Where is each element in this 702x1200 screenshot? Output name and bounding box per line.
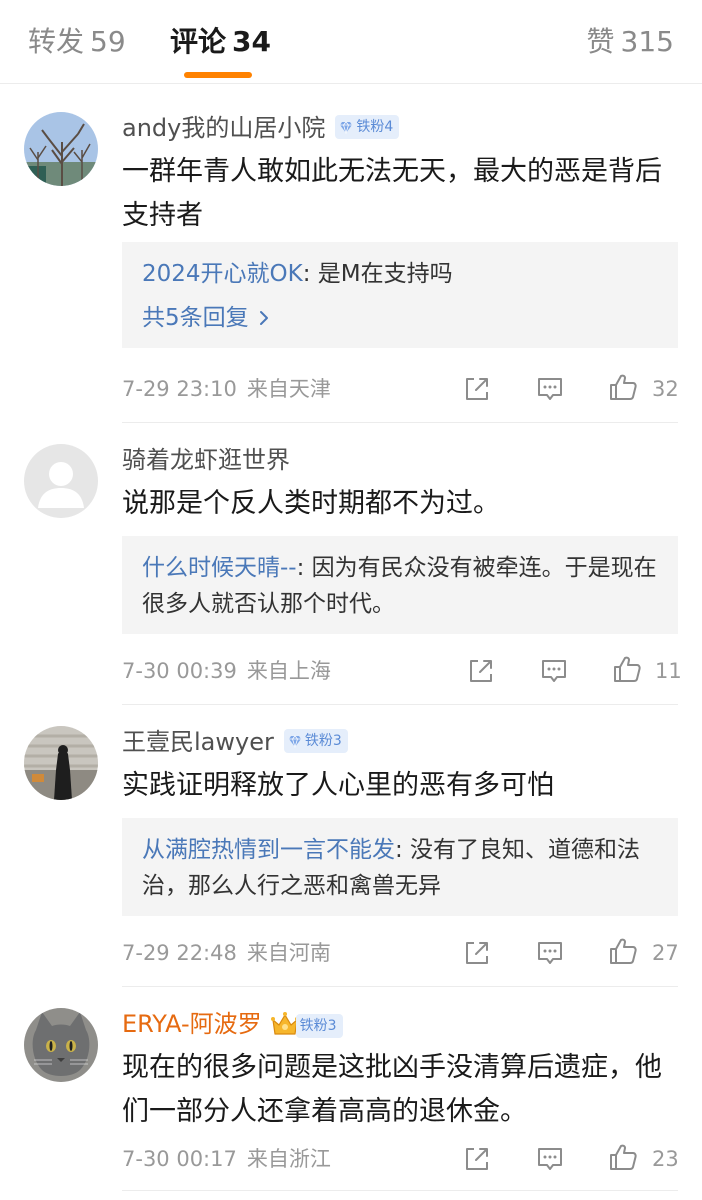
comment-tab-bar: 转发 59 评论 34 赞 315 xyxy=(0,0,702,84)
reply-icon[interactable] xyxy=(535,1144,565,1174)
view-replies-link[interactable]: 共5条回复 xyxy=(142,300,658,336)
like-count[interactable]: 27 xyxy=(652,938,679,968)
comment-time: 7-30 00:17 xyxy=(122,1147,237,1171)
reply-preview[interactable]: 从满腔热情到一言不能发: 没有了良知、道德和法治，那么人行之恶和禽兽无异 xyxy=(122,818,678,916)
tab-comments[interactable]: 评论 34 xyxy=(170,22,271,62)
like-count[interactable]: 32 xyxy=(652,374,679,404)
diamond-icon xyxy=(340,121,353,134)
tab-likes[interactable]: 赞 315 xyxy=(587,22,674,62)
reply-icon[interactable] xyxy=(535,938,565,968)
reply-line: 从满腔热情到一言不能发: 没有了良知、道德和法治，那么人行之恶和禽兽无异 xyxy=(142,832,658,904)
comment-location: 来自浙江 xyxy=(246,1147,331,1171)
username[interactable]: ERYA-阿波罗 铁粉3 xyxy=(122,1008,343,1040)
view-replies-label: 共5条回复 xyxy=(142,305,249,331)
username-text: 骑着龙虾逛世界 xyxy=(122,446,290,474)
comment-divider xyxy=(122,1190,678,1191)
comment-text: 一群年青人敢如此无法无天，最大的恶是背后支持者 xyxy=(122,156,662,231)
tab-repost-count: 59 xyxy=(90,25,126,58)
fan-badge: 铁粉3 xyxy=(295,1014,343,1038)
username-text: 王壹民lawyer xyxy=(122,728,274,756)
comment-text: 现在的很多问题是这批凶手没清算后遗症，他们一部分人还拿着高高的退休金。 xyxy=(122,1052,662,1127)
active-tab-indicator xyxy=(184,72,252,78)
shadow-steps-photo-icon xyxy=(24,726,98,800)
avatar[interactable] xyxy=(24,726,98,800)
like-icon[interactable] xyxy=(608,372,638,402)
comment-meta: 7-30 00:39 来自上海 xyxy=(122,656,331,686)
comment-meta: 7-30 00:17 来自浙江 xyxy=(122,1144,331,1174)
fan-badge-label: 铁粉3 xyxy=(304,733,342,749)
username[interactable]: andy我的山居小院 铁粉4 xyxy=(122,112,400,144)
comment-meta: 7-29 23:10 来自天津 xyxy=(122,374,331,404)
reply-icon[interactable] xyxy=(535,374,565,404)
comment-location: 来自河南 xyxy=(246,941,331,965)
like-count[interactable]: 23 xyxy=(652,1144,679,1174)
username[interactable]: 骑着龙虾逛世界 xyxy=(122,444,290,476)
reply-preview[interactable]: 2024开心就OK: 是M在支持吗 共5条回复 xyxy=(122,242,678,348)
share-icon[interactable] xyxy=(462,374,492,404)
tab-likes-label: 赞 xyxy=(586,25,615,58)
like-icon[interactable] xyxy=(612,654,642,684)
avatar[interactable] xyxy=(24,1008,98,1082)
comment-location: 来自天津 xyxy=(246,377,331,401)
reply-preview[interactable]: 什么时候天晴--: 因为有民众没有被牵连。于是现在很多人就否认那个时代。 xyxy=(122,536,678,634)
tab-comments-label: 评论 xyxy=(170,25,227,58)
comment-time: 7-29 23:10 xyxy=(122,377,237,401)
avatar[interactable] xyxy=(24,112,98,186)
reply-username[interactable]: 什么时候天晴-- xyxy=(142,555,297,581)
like-count[interactable]: 11 xyxy=(655,656,682,686)
tree-sky-photo-icon xyxy=(24,112,98,186)
like-icon[interactable] xyxy=(608,936,638,966)
reply-username[interactable]: 从满腔热情到一言不能发 xyxy=(142,837,395,863)
comment-time: 7-29 22:48 xyxy=(122,941,237,965)
comment-meta: 7-29 22:48 来自河南 xyxy=(122,938,331,968)
like-icon[interactable] xyxy=(608,1142,638,1172)
username[interactable]: 王壹民lawyer 铁粉3 xyxy=(122,726,348,758)
fan-badge-label: 铁粉3 xyxy=(299,1018,337,1034)
fan-badge: 铁粉4 xyxy=(335,115,400,139)
tab-repost[interactable]: 转发 59 xyxy=(28,22,126,62)
username-text: ERYA-阿波罗 xyxy=(122,1010,262,1038)
reply-line: 什么时候天晴--: 因为有民众没有被牵连。于是现在很多人就否认那个时代。 xyxy=(142,550,658,622)
comment-divider xyxy=(122,986,678,987)
share-icon[interactable] xyxy=(462,1144,492,1174)
diamond-icon xyxy=(288,735,301,748)
tab-likes-count: 315 xyxy=(620,25,674,58)
share-icon[interactable] xyxy=(462,938,492,968)
tab-repost-label: 转发 xyxy=(28,25,85,58)
avatar[interactable] xyxy=(24,444,98,518)
reply-username[interactable]: 2024开心就OK xyxy=(142,261,303,287)
reply-text: : 是M在支持吗 xyxy=(302,261,453,287)
default-avatar-icon xyxy=(24,444,98,518)
comment-divider xyxy=(122,704,678,705)
comment-location: 来自上海 xyxy=(246,659,331,683)
chevron-right-icon xyxy=(259,311,268,325)
comment-text: 实践证明释放了人心里的恶有多可怕 xyxy=(122,770,554,801)
share-icon[interactable] xyxy=(466,656,496,686)
gray-cat-photo-icon xyxy=(24,1008,98,1082)
username-text: andy我的山居小院 xyxy=(122,114,326,142)
fan-badge: 铁粉3 xyxy=(283,729,348,753)
comment-divider xyxy=(122,422,678,423)
tab-comments-count: 34 xyxy=(232,25,271,58)
comment-time: 7-30 00:39 xyxy=(122,659,237,683)
comment-text: 说那是个反人类时期都不为过。 xyxy=(122,488,500,519)
reply-line: 2024开心就OK: 是M在支持吗 xyxy=(142,256,658,292)
reply-icon[interactable] xyxy=(539,656,569,686)
fan-badge-label: 铁粉4 xyxy=(356,119,394,135)
